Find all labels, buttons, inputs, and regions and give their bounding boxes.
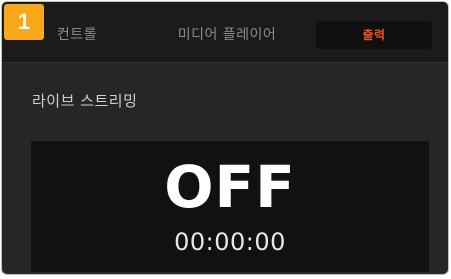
live-streaming-heading: 라이브 스트리밍: [32, 92, 138, 110]
stream-status-panel[interactable]: OFF 00:00:00: [31, 141, 429, 272]
stream-timer: 00:00:00: [174, 228, 286, 256]
atem-control-panel: 컨트롤 미디어 플레이어 출력 라이브 스트리밍 OFF 00:00:00: [1, 1, 449, 275]
tab-media-player[interactable]: 미디어 플레이어: [152, 21, 302, 49]
tab-output[interactable]: 출력: [316, 21, 432, 49]
stream-state: OFF: [164, 153, 296, 221]
tab-control[interactable]: 컨트롤: [32, 21, 122, 49]
tab-bar: 컨트롤 미디어 플레이어 출력: [2, 2, 448, 63]
step-number-badge: 1: [4, 4, 44, 40]
